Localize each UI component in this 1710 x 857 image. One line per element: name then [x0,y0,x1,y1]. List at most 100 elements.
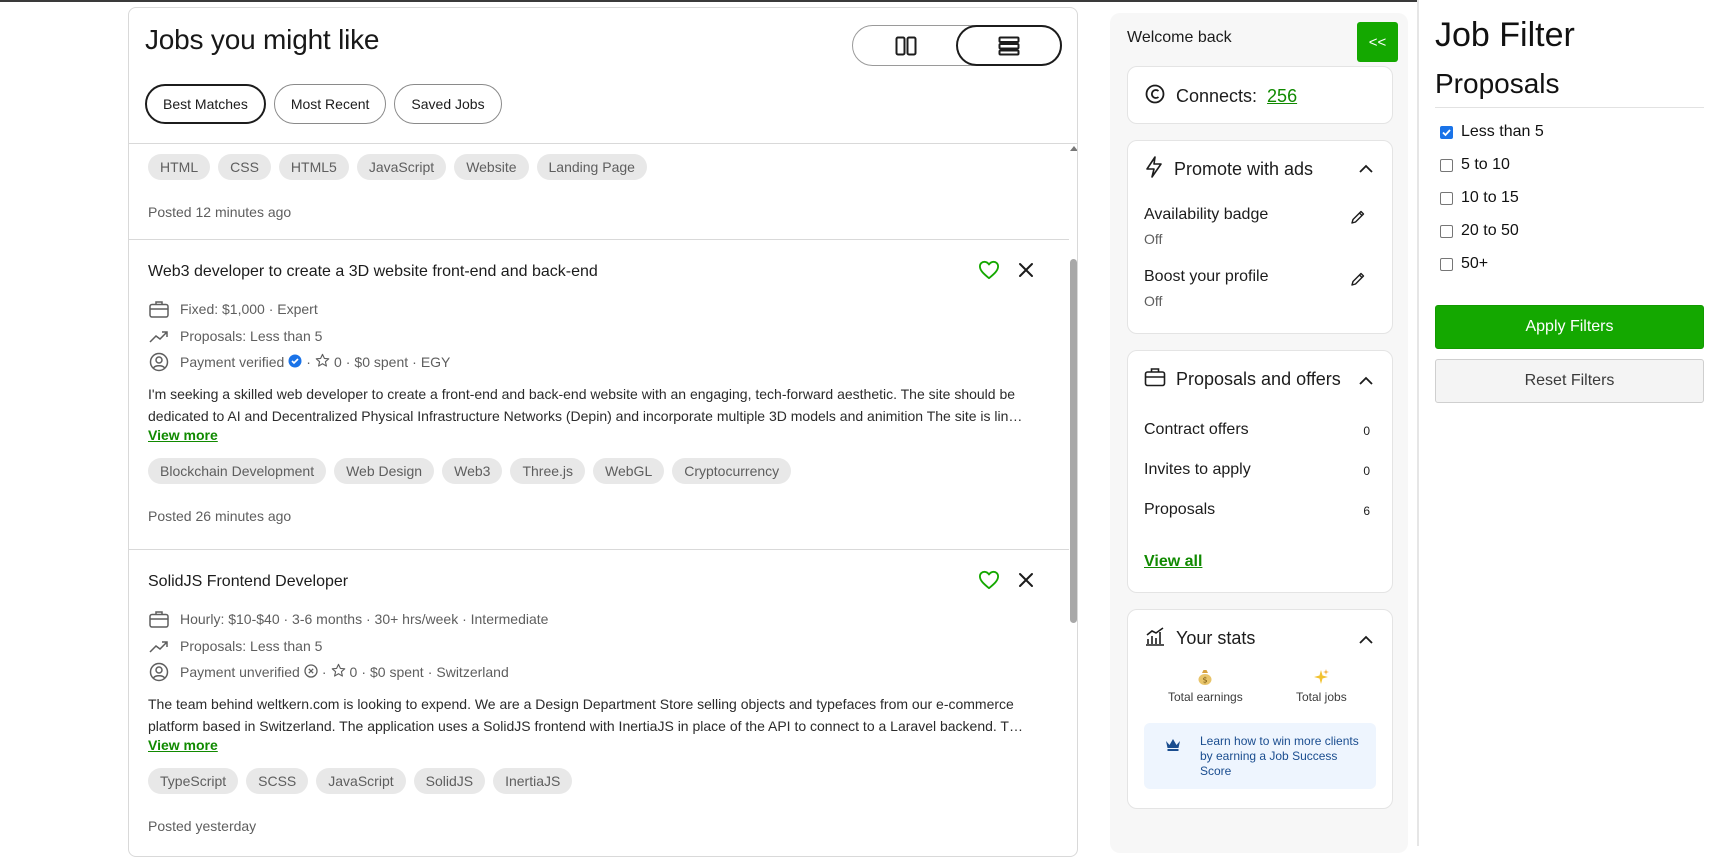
jobs-panel: Jobs you might like Best Matches Most Re… [128,7,1078,857]
connects-icon [1144,83,1166,110]
proposals-text: Proposals: Less than 5 [180,638,323,654]
apply-filters-button[interactable]: Apply Filters [1435,305,1704,349]
promote-header[interactable]: Promote with ads [1144,156,1313,183]
filter-option-label: 20 to 50 [1461,222,1519,239]
job-success-tip[interactable]: Learn how to win more clients by earning… [1144,723,1376,789]
skill-tag[interactable]: HTML5 [278,154,349,180]
skill-tag[interactable]: InertiaJS [493,768,573,794]
reset-filters-button[interactable]: Reset Filters [1435,359,1704,403]
skill-tag[interactable]: CSS [218,154,271,180]
invites-label[interactable]: Invites to apply [1144,461,1251,479]
total-jobs-label: Total jobs [1296,690,1347,704]
connects-row: Connects: 256 [1144,83,1297,110]
contract-offers-label[interactable]: Contract offers [1144,421,1249,439]
checkbox[interactable] [1440,191,1453,205]
divider [1435,107,1704,108]
skill-tag[interactable]: SolidJS [413,768,486,794]
skill-tag[interactable]: Blockchain Development [148,458,327,484]
edit-pencil-icon[interactable] [1350,271,1366,292]
job-feed[interactable]: HTML CSS HTML5 JavaScript Website Landin… [129,144,1069,856]
client-location: Switzerland [436,664,509,680]
job-title[interactable]: Web3 developer to create a 3D website fr… [148,263,598,281]
skill-tag[interactable]: WebGL [593,458,665,484]
trending-icon [148,325,170,347]
skill-tag[interactable]: HTML [148,154,211,180]
skill-tag[interactable]: Landing Page [536,154,647,180]
job-success-link[interactable]: Learn how to win more clients by earning… [1200,734,1360,779]
skill-tag[interactable]: Three.js [510,458,586,484]
skill-tag[interactable]: JavaScript [316,768,406,794]
heart-icon[interactable] [978,260,1000,285]
user-icon [148,351,170,373]
filter-option-10-to-15[interactable]: 10 to 15 [1440,189,1519,207]
chevron-up-icon[interactable] [1358,632,1374,650]
skill-tag[interactable]: JavaScript [356,154,447,180]
checkbox[interactable] [1440,158,1453,172]
chevron-up-icon[interactable] [1358,161,1374,179]
client-spent: $0 spent [354,354,409,370]
skill-tag[interactable]: Cryptocurrency [672,458,792,484]
proposals-header[interactable]: Proposals and offers [1144,367,1341,392]
checkbox[interactable] [1440,257,1453,271]
proposals-label[interactable]: Proposals [1144,501,1215,519]
client-info: Payment verified · 0 · $0 spent · EGY [148,351,450,373]
sparkles-icon [1312,668,1330,690]
edit-pencil-icon[interactable] [1350,209,1366,230]
job-proposals: Proposals: Less than 5 [148,325,322,347]
dislike-close-icon[interactable] [1016,570,1036,595]
checkbox-checked[interactable] [1440,125,1453,139]
posted-time: Posted 26 minutes ago [148,508,292,524]
stats-header[interactable]: Your stats [1144,626,1255,651]
tab-saved-jobs[interactable]: Saved Jobs [394,84,502,124]
checkbox[interactable] [1440,224,1453,238]
view-more-link[interactable]: View more [148,737,218,753]
rating: 0 [333,354,342,370]
tab-best-matches[interactable]: Best Matches [145,84,266,124]
view-all-link[interactable]: View all [1144,553,1202,571]
filter-option-5-to-10[interactable]: 5 to 10 [1440,156,1510,174]
connects-label: Connects: [1176,86,1258,106]
filter-option-20-to-50[interactable]: 20 to 50 [1440,222,1519,240]
trending-icon [148,635,170,657]
filter-option-label: 5 to 10 [1461,156,1510,173]
star-icon [331,663,346,681]
filter-option-50-plus[interactable]: 50+ [1440,255,1488,273]
scrollbar-thumb[interactable] [1070,259,1077,623]
client-location: EGY [420,354,451,370]
view-toggle [852,25,1062,66]
view-more-link[interactable]: View more [148,427,218,443]
invites-count: 0 [1363,464,1370,478]
verified-check-icon [288,354,302,371]
collapse-sidebar-button[interactable]: << [1357,22,1398,62]
promote-card: Promote with ads Availability badge Off … [1127,140,1393,334]
filter-option-less-than-5[interactable]: Less than 5 [1440,123,1544,141]
chevron-up-icon[interactable] [1358,373,1374,391]
skill-tag[interactable]: SCSS [246,768,309,794]
availability-badge-status: Off [1144,231,1163,247]
heart-icon[interactable] [978,570,1000,595]
skill-tag[interactable]: TypeScript [148,768,239,794]
job-title[interactable]: SolidJS Frontend Developer [148,573,348,591]
budget-text: Hourly: $10-$40 · 3-6 months · 30+ hrs/w… [180,611,549,627]
job-budget: Fixed: $1,000 · Expert [148,298,318,320]
connects-count-link[interactable]: 256 [1267,86,1297,107]
skill-tag[interactable]: Web3 [442,458,503,484]
list-icon [998,36,1020,55]
job-description: The team behind weltkern.com is looking … [148,696,1028,734]
skill-tags: Blockchain Development Web Design Web3 T… [148,458,792,484]
posted-time: Posted yesterday [148,818,257,834]
scroll-up-arrow-icon[interactable] [1070,146,1077,151]
total-earnings-label: Total earnings [1168,690,1243,704]
list-view-button[interactable] [956,25,1062,66]
dislike-close-icon[interactable] [1016,260,1036,285]
skill-tag[interactable]: Website [454,154,529,180]
tab-most-recent[interactable]: Most Recent [273,84,387,124]
boost-profile-status: Off [1144,293,1163,309]
filter-option-label: 10 to 15 [1461,189,1519,206]
unverified-x-icon [304,663,318,681]
skill-tag[interactable]: Web Design [334,458,435,484]
column-view-button[interactable] [853,25,958,66]
stats-card: Your stats $ Total earnings Total jobs L… [1127,609,1393,809]
feed-scrollbar[interactable] [1069,144,1077,856]
payment-status: Payment verified [180,354,285,370]
